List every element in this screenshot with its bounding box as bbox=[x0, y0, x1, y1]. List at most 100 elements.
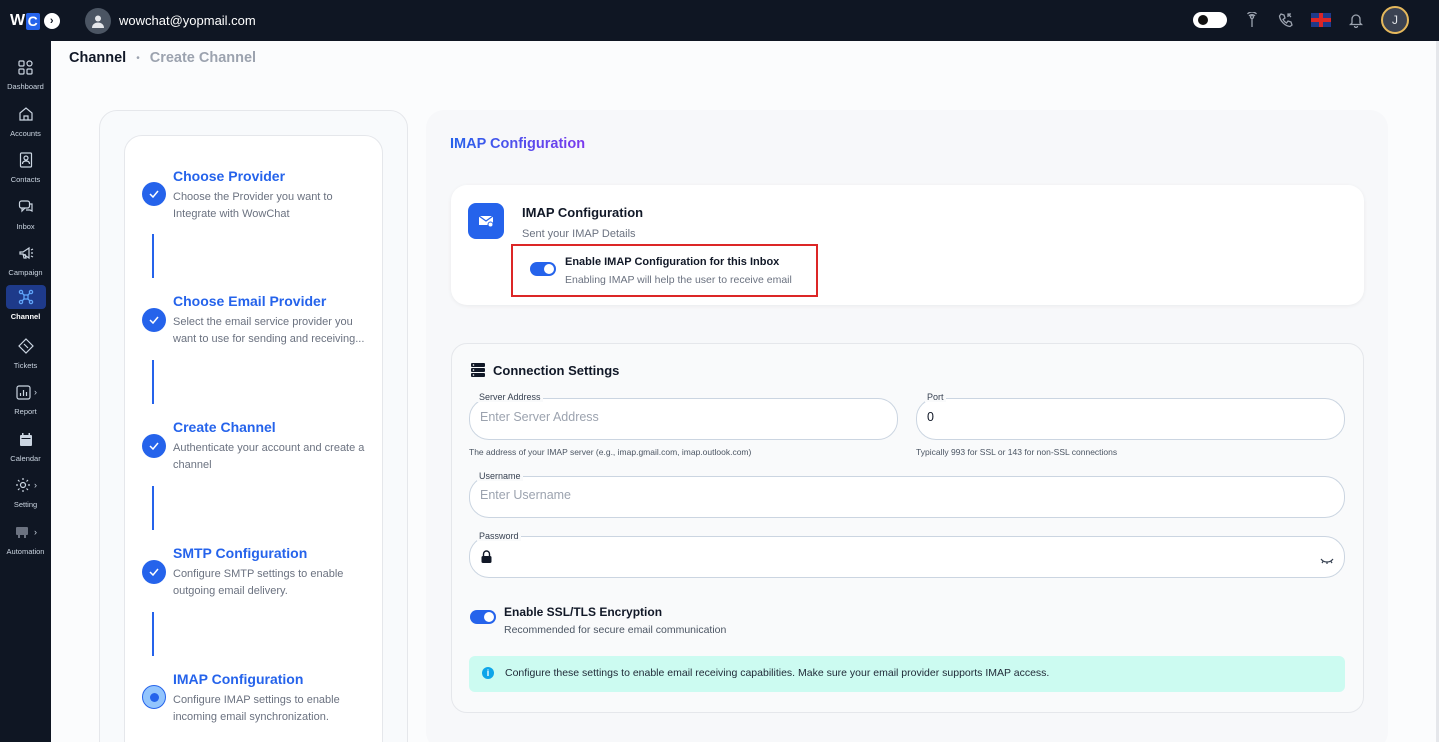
check-icon bbox=[142, 434, 166, 458]
mail-settings-icon bbox=[468, 203, 504, 239]
profile-avatar[interactable]: J bbox=[1381, 6, 1409, 34]
phone-call-icon[interactable] bbox=[1277, 11, 1295, 29]
automation-icon bbox=[14, 523, 32, 541]
page-title: IMAP Configuration bbox=[450, 136, 586, 152]
breadcrumb-channel[interactable]: Channel bbox=[69, 50, 126, 66]
password-field[interactable] bbox=[469, 536, 1345, 578]
username-input[interactable] bbox=[480, 488, 1180, 502]
sidebar-item-label: Inbox bbox=[16, 222, 35, 231]
info-text: Configure these settings to enable email… bbox=[505, 667, 1050, 679]
step-title: Choose Provider bbox=[173, 168, 286, 184]
server-address-label: Server Address bbox=[477, 392, 543, 402]
check-icon bbox=[142, 308, 166, 332]
chevron-right-icon: › bbox=[34, 387, 37, 397]
info-banner: i Configure these settings to enable ema… bbox=[469, 656, 1345, 692]
sidebar-item-label: Accounts bbox=[10, 129, 41, 138]
sidebar-item-report[interactable]: › Report bbox=[0, 380, 51, 416]
step-connector bbox=[152, 486, 154, 530]
step-description: Configure IMAP settings to enable incomi… bbox=[173, 694, 340, 723]
ssl-title: Enable SSL/TLS Encryption bbox=[504, 605, 663, 619]
enable-imap-title: Enable IMAP Configuration for this Inbox bbox=[565, 256, 780, 268]
step-connector bbox=[152, 234, 154, 278]
highlight-box bbox=[511, 244, 818, 297]
port-help: Typically 993 for SSL or 143 for non-SSL… bbox=[916, 447, 1118, 457]
info-icon: i bbox=[482, 667, 494, 679]
card-title: IMAP Configuration bbox=[522, 205, 644, 220]
sidebar: Dashboard Accounts Contacts Inbox Campai… bbox=[0, 41, 51, 742]
expand-sidebar-icon[interactable]: › bbox=[43, 13, 60, 29]
server-icon bbox=[471, 362, 485, 378]
calendar-icon bbox=[17, 430, 35, 448]
sidebar-item-label: Setting bbox=[13, 500, 38, 509]
sidebar-item-label: Contacts bbox=[10, 175, 41, 184]
card-subtitle: Sent your IMAP Details bbox=[522, 228, 636, 240]
username-field[interactable] bbox=[469, 476, 1345, 518]
broadcast-icon[interactable] bbox=[1243, 11, 1261, 29]
step-title: Create Channel bbox=[173, 419, 276, 435]
port-label: Port bbox=[925, 392, 946, 402]
server-address-field[interactable] bbox=[469, 398, 898, 440]
app-logo[interactable]: W C › bbox=[10, 12, 60, 30]
step-connector bbox=[152, 360, 154, 404]
step-connector bbox=[152, 612, 154, 656]
sidebar-item-tickets[interactable]: Tickets bbox=[0, 334, 51, 370]
sidebar-item-label: Report bbox=[14, 407, 37, 416]
step-description: Authenticate your account and create a c… bbox=[173, 442, 365, 471]
sidebar-item-calendar[interactable]: Calendar bbox=[0, 427, 51, 463]
chevron-right-icon: › bbox=[34, 480, 37, 490]
step-description: Configure SMTP settings to enable outgoi… bbox=[173, 568, 344, 597]
enable-imap-description: Enabling IMAP will help the user to rece… bbox=[565, 274, 792, 286]
enable-imap-toggle[interactable] bbox=[530, 262, 556, 276]
dashboard-icon bbox=[17, 58, 35, 76]
eye-closed-icon[interactable] bbox=[1320, 552, 1334, 570]
chevron-right-icon: › bbox=[34, 527, 37, 537]
server-address-help: The address of your IMAP server (e.g., i… bbox=[469, 447, 752, 457]
chat-icon bbox=[17, 198, 35, 216]
server-address-input[interactable] bbox=[480, 410, 822, 424]
bell-icon[interactable] bbox=[1347, 11, 1365, 29]
sidebar-item-label: Tickets bbox=[13, 361, 38, 370]
sidebar-item-contacts[interactable]: Contacts bbox=[0, 148, 51, 184]
step-description: Choose the Provider you want to Integrat… bbox=[173, 191, 333, 220]
contact-card-icon bbox=[17, 151, 35, 169]
sidebar-item-label: Automation bbox=[6, 547, 45, 556]
step-title: Choose Email Provider bbox=[173, 293, 327, 309]
megaphone-icon bbox=[17, 244, 35, 262]
uk-flag-icon[interactable] bbox=[1311, 13, 1331, 27]
port-field[interactable] bbox=[916, 398, 1345, 440]
connection-settings-title: Connection Settings bbox=[493, 363, 620, 378]
ticket-icon bbox=[17, 337, 35, 355]
check-icon bbox=[142, 560, 166, 584]
sidebar-item-label: Campaign bbox=[8, 268, 43, 277]
channel-icon bbox=[17, 288, 35, 306]
sidebar-item-campaign[interactable]: Campaign bbox=[0, 241, 51, 277]
top-bar: W C › wowchat@yopmail.com J bbox=[0, 0, 1439, 41]
sidebar-item-automation[interactable]: › Automation bbox=[0, 520, 51, 556]
ssl-description: Recommended for secure email communicati… bbox=[504, 624, 727, 636]
step-title: IMAP Configuration bbox=[173, 671, 304, 687]
check-icon bbox=[142, 182, 166, 206]
theme-toggle[interactable] bbox=[1193, 12, 1227, 28]
gear-icon bbox=[14, 476, 32, 494]
report-icon bbox=[14, 383, 32, 401]
sidebar-item-inbox[interactable]: Inbox bbox=[0, 195, 51, 231]
step-title: SMTP Configuration bbox=[173, 545, 308, 561]
sidebar-item-label: Channel bbox=[10, 312, 41, 321]
sidebar-item-setting[interactable]: › Setting bbox=[0, 473, 51, 509]
breadcrumb-separator: • bbox=[136, 52, 140, 64]
user-avatar-icon[interactable] bbox=[85, 8, 111, 34]
username-label: Username bbox=[477, 471, 523, 481]
sidebar-item-dashboard[interactable]: Dashboard bbox=[0, 55, 51, 91]
sidebar-item-accounts[interactable]: Accounts bbox=[0, 102, 51, 138]
lock-icon bbox=[480, 550, 493, 569]
port-input[interactable] bbox=[927, 410, 1269, 424]
sidebar-item-label: Calendar bbox=[10, 454, 41, 463]
breadcrumb: Channel • Create Channel bbox=[69, 50, 256, 66]
sidebar-item-label: Dashboard bbox=[7, 82, 44, 91]
breadcrumb-create-channel: Create Channel bbox=[149, 50, 257, 66]
sidebar-item-channel[interactable]: Channel bbox=[0, 285, 51, 321]
enable-ssl-toggle[interactable] bbox=[470, 610, 496, 624]
home-icon bbox=[17, 105, 35, 123]
password-label: Password bbox=[477, 531, 521, 541]
user-email: wowchat@yopmail.com bbox=[119, 13, 256, 28]
